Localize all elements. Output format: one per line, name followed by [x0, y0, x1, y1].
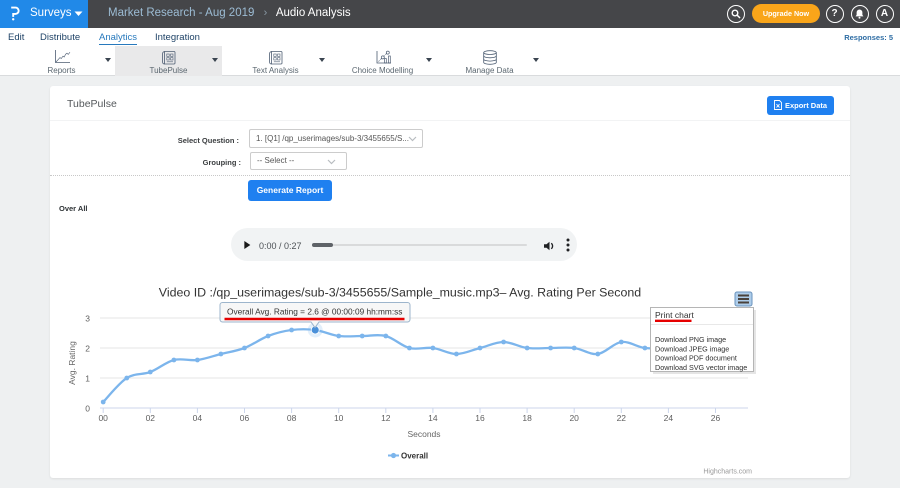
svg-text:Download PNG image: Download PNG image	[655, 335, 726, 344]
svg-text:26: 26	[711, 413, 721, 423]
svg-text:Highcharts.com: Highcharts.com	[703, 469, 752, 476]
svg-text:12: 12	[381, 413, 391, 423]
svg-text:18: 18	[522, 413, 532, 423]
svg-text:14: 14	[428, 413, 438, 423]
svg-text:20: 20	[569, 413, 579, 423]
svg-text:16: 16	[475, 413, 485, 423]
svg-text:Print chart: Print chart	[655, 310, 694, 320]
svg-text:0: 0	[85, 404, 90, 414]
svg-text:00: 00	[98, 413, 108, 423]
svg-text:3: 3	[85, 314, 90, 324]
svg-text:08: 08	[287, 413, 297, 423]
svg-text:Overall: Overall	[401, 452, 428, 461]
svg-text:Avg. Rating: Avg. Rating	[67, 341, 77, 385]
svg-text:22: 22	[617, 413, 627, 423]
svg-text:02: 02	[146, 413, 156, 423]
svg-text:Download JPEG image: Download JPEG image	[655, 344, 729, 353]
svg-text:Download PDF document: Download PDF document	[655, 354, 737, 363]
svg-text:Download SVG vector image: Download SVG vector image	[655, 363, 747, 372]
svg-text:Video ID :/qp_userimages/sub-3: Video ID :/qp_userimages/sub-3/3455655/S…	[159, 286, 641, 300]
svg-text:24: 24	[664, 413, 674, 423]
svg-text:2: 2	[85, 344, 90, 354]
svg-text:10: 10	[334, 413, 344, 423]
svg-text:06: 06	[240, 413, 250, 423]
svg-text:04: 04	[193, 413, 203, 423]
svg-text:Overall Avg. Rating = 2.6 @ 00: Overall Avg. Rating = 2.6 @ 00:00:09 hh:…	[227, 306, 402, 316]
svg-text:Seconds: Seconds	[407, 429, 440, 439]
svg-text:1: 1	[85, 374, 90, 384]
